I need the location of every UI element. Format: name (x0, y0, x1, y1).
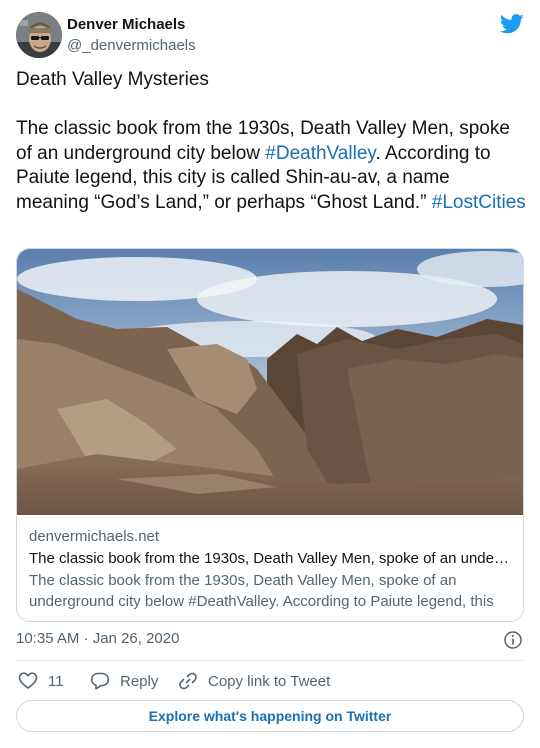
link-preview-card[interactable]: denvermichaels.net The classic book from… (16, 248, 524, 622)
action-bar: 11 Reply Copy link to Tweet (16, 670, 524, 692)
tweet-title: Death Valley Mysteries (16, 69, 209, 90)
heart-icon (18, 672, 38, 689)
hashtag-deathvalley[interactable]: #DeathValley (265, 143, 375, 164)
timestamp-row: 10:35 AM · Jan 26, 2020 (16, 630, 524, 650)
avatar[interactable] (16, 12, 62, 58)
info-icon[interactable] (504, 631, 522, 649)
card-domain: denvermichaels.net (29, 528, 160, 545)
like-button[interactable]: 11 (18, 670, 64, 692)
divider (16, 660, 524, 661)
reply-label: Reply (120, 672, 159, 690)
card-title: The classic book from the 1930s, Death V… (29, 550, 509, 567)
author-handle[interactable]: @_denvermichaels (67, 36, 196, 56)
explore-label: Explore what's happening on Twitter (148, 708, 392, 724)
copy-link-label: Copy link to Tweet (208, 672, 331, 690)
copy-link-button[interactable]: Copy link to Tweet (178, 670, 330, 692)
avatar-photo (16, 12, 62, 58)
card-description: The classic book from the 1930s, Death V… (29, 572, 494, 610)
card-image[interactable] (17, 249, 523, 515)
tweet-text: Death Valley Mysteries The classic book … (16, 68, 526, 215)
reply-button[interactable]: Reply (90, 670, 158, 692)
twitter-bird-icon[interactable] (500, 14, 524, 34)
tweet-body: The classic book from the 1930s, Death V… (16, 117, 526, 215)
tweet-timestamp[interactable]: 10:35 AM · Jan 26, 2020 (16, 630, 179, 647)
speech-bubble-icon (90, 672, 110, 690)
card-body: denvermichaels.net The classic book from… (29, 527, 509, 613)
author-name[interactable]: Denver Michaels (67, 16, 196, 34)
hashtag-lostcities[interactable]: #LostCities (432, 192, 526, 213)
like-count: 11 (48, 672, 64, 690)
link-icon (179, 672, 197, 690)
tweet-header: Denver Michaels @_denvermichaels (16, 12, 524, 60)
explore-button[interactable]: Explore what's happening on Twitter (16, 700, 524, 732)
author-info[interactable]: Denver Michaels @_denvermichaels (67, 16, 196, 56)
